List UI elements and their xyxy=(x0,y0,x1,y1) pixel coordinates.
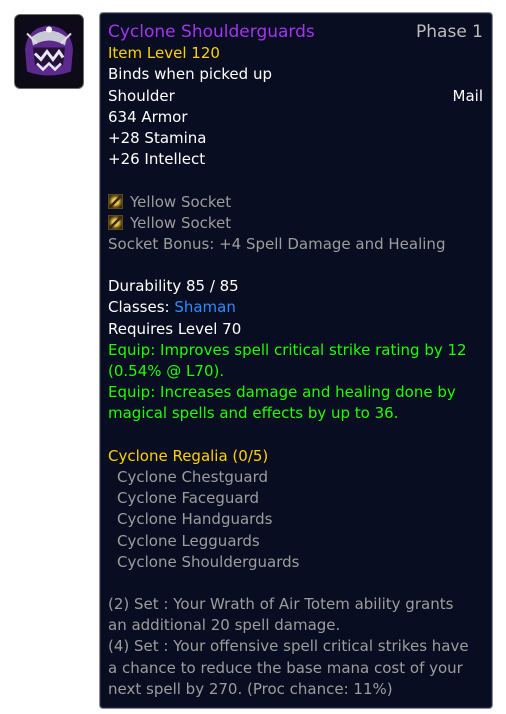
armor-value: 634 Armor xyxy=(108,107,188,126)
classes-label: Classes: xyxy=(108,298,175,317)
equip-effect: Equip: Increases damage and healing done… xyxy=(108,383,456,402)
set-bonus: an additional 20 spell damage. xyxy=(108,616,341,635)
slot-label: Shoulder xyxy=(108,86,175,105)
item-icon-frame[interactable] xyxy=(14,14,84,89)
set-piece[interactable]: Cyclone Faceguard xyxy=(108,488,483,509)
stat-line: +28 Stamina xyxy=(108,128,207,147)
set-bonus: (4) Set : Your offensive spell critical … xyxy=(108,637,469,656)
required-level: Requires Level 70 xyxy=(108,319,242,338)
set-bonus: (2) Set : Your Wrath of Air Totem abilit… xyxy=(108,595,454,614)
armor-type-label: Mail xyxy=(452,86,483,105)
socket-label: Yellow Socket xyxy=(130,213,232,232)
equip-effect: Equip: Improves spell critical strike ra… xyxy=(108,340,467,359)
item-tooltip: Cyclone Shoulderguards Phase 1 Item Leve… xyxy=(99,12,493,709)
set-bonus: a chance to reduce the base mana cost of… xyxy=(108,658,463,677)
bind-type: Binds when picked up xyxy=(108,65,272,84)
socket-line: Yellow Socket xyxy=(108,192,483,213)
set-piece[interactable]: Cyclone Shoulderguards xyxy=(108,552,483,573)
durability: Durability 85 / 85 xyxy=(108,277,239,296)
set-piece[interactable]: Cyclone Legguards xyxy=(108,531,483,552)
set-piece[interactable]: Cyclone Handguards xyxy=(108,509,483,530)
purple-helm-shoulder-icon xyxy=(19,19,79,84)
classes-line: Classes: Shaman xyxy=(108,297,483,318)
item-name: Cyclone Shoulderguards xyxy=(108,22,315,42)
socket-line: Yellow Socket xyxy=(108,213,483,234)
stat-line: +26 Intellect xyxy=(108,150,206,169)
equip-effect: (0.54% @ L70). xyxy=(108,362,225,380)
yellow-socket-icon xyxy=(108,214,123,230)
phase-label: Phase 1 xyxy=(416,22,483,42)
set-title[interactable]: Cyclone Regalia (0/5) xyxy=(108,446,483,467)
set-bonus: next spell by 270. (Proc chance: 11%) xyxy=(108,679,393,698)
socket-label: Yellow Socket xyxy=(130,192,232,211)
set-piece[interactable]: Cyclone Chestguard xyxy=(108,467,483,488)
socket-bonus: Socket Bonus: +4 Spell Damage and Healin… xyxy=(108,234,446,253)
equip-effect: magical spells and effects by up to 36. xyxy=(108,404,399,423)
class-link-shaman[interactable]: Shaman xyxy=(174,298,236,316)
item-level: Item Level 120 xyxy=(108,44,220,63)
yellow-socket-icon xyxy=(108,193,123,209)
